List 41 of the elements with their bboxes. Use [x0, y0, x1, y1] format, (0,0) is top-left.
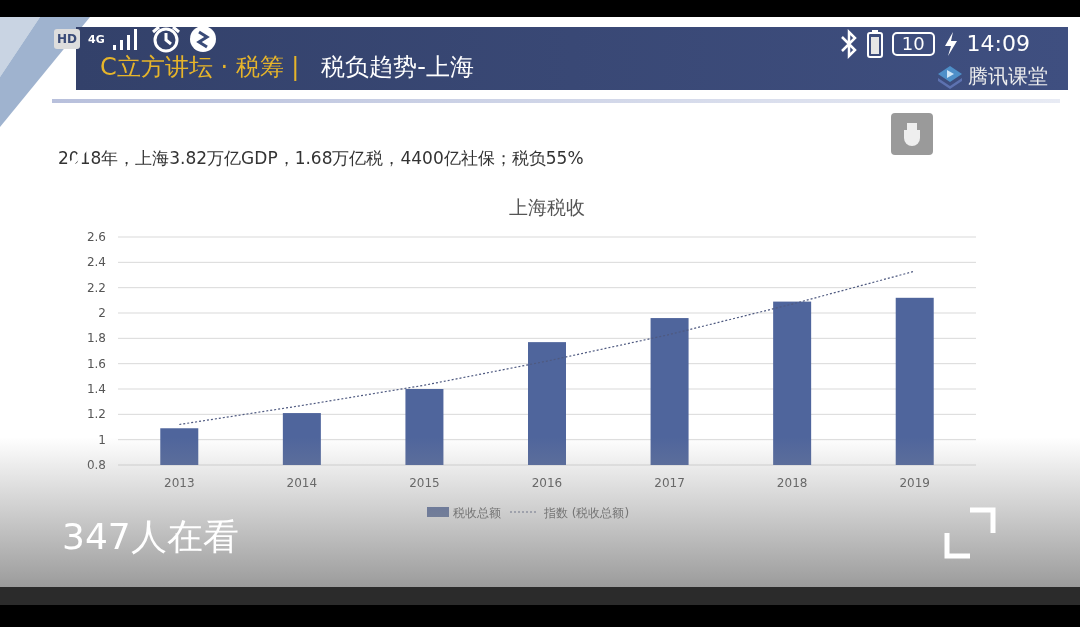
x-tick-label: 2014 [286, 476, 318, 490]
x-tick-label: 2016 [531, 476, 563, 490]
charging-icon [942, 31, 959, 57]
y-tick-label: 2 [98, 306, 106, 320]
y-tick-label: 1.8 [86, 331, 106, 346]
chart-title: 上海税收 [509, 196, 585, 218]
y-tick-label: 1 [98, 432, 106, 447]
hd-badge: HD [54, 29, 80, 49]
y-tick-label: 1.2 [86, 407, 106, 422]
x-tick-label: 2019 [899, 476, 930, 490]
app-icon [188, 25, 217, 53]
usb-button[interactable] [891, 113, 933, 155]
legend-line [509, 511, 539, 513]
y-tick-label: 2.6 [86, 230, 106, 244]
bluetooth-icon [839, 29, 858, 59]
clock: 14:09 [966, 32, 1030, 56]
y-tick-label: 1.6 [86, 356, 106, 371]
bar [160, 428, 199, 465]
y-tick-label: 2.4 [86, 255, 106, 270]
alarm-icon [150, 25, 181, 53]
y-tick-label: 0.8 [86, 458, 106, 472]
battery-icon [865, 29, 884, 59]
usb-icon [902, 122, 922, 146]
bar [282, 413, 321, 465]
legend-swatch [427, 507, 449, 517]
y-tick-label: 2.2 [86, 280, 106, 295]
viewer-count: 347人在看 [62, 515, 239, 559]
x-tick-label: 2018 [776, 476, 808, 490]
legend-label: 指数 (税收总额) [544, 506, 630, 520]
battery-level: 10 [891, 32, 935, 56]
legend-label: 税收总额 [453, 506, 501, 520]
y-tick-label: 1.4 [86, 382, 106, 396]
x-tick-label: 2013 [164, 476, 195, 490]
fullscreen-icon[interactable] [944, 507, 996, 559]
x-tick-label: 2015 [409, 476, 440, 490]
logo-text: 腾讯课堂 [968, 63, 1048, 90]
play-logo-icon [936, 63, 964, 90]
network-label: 4G [88, 32, 105, 46]
slide-title: 税负趋势-上海 [321, 52, 475, 81]
x-tick-label: 2017 [654, 476, 685, 490]
brand-title: C立方讲坛 · 税筹 | [100, 52, 300, 81]
